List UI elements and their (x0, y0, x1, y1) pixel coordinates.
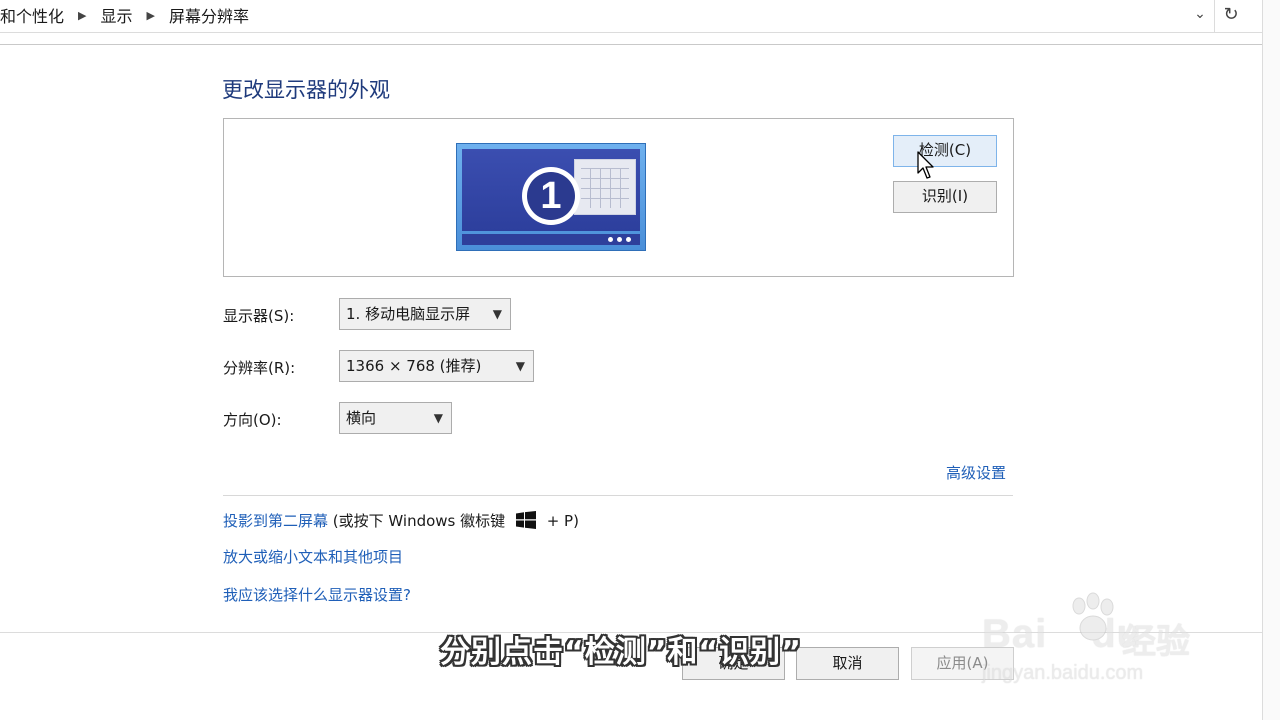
scrollbar[interactable] (1262, 0, 1280, 720)
baidu-jingyan-watermark: Bai du 经验 jingyan.baidu.com (982, 592, 1212, 692)
refresh-icon[interactable]: ↻ (1214, 0, 1247, 32)
watermark-cn: 经验 (1122, 622, 1190, 662)
watermark-url: jingyan.baidu.com (982, 662, 1144, 684)
chevron-right-icon[interactable]: ▶ (72, 9, 92, 22)
monitor-screen: 1 (462, 149, 640, 231)
divider (223, 495, 1013, 496)
resolution-label: 分辨率(R): (223, 359, 296, 377)
breadcrumb: 和个性化 ▶ 显示 ▶ 屏幕分辨率 (0, 4, 257, 26)
breadcrumb-item-resolution[interactable]: 屏幕分辨率 (161, 3, 257, 27)
video-subtitle: 分别点击“检测”和“识别” (440, 635, 802, 670)
detect-button[interactable]: 检测(C) (893, 135, 997, 167)
project-hint-suffix: + P) (546, 512, 579, 530)
advanced-settings-link[interactable]: 高级设置 (946, 462, 1006, 483)
page-title: 更改显示器的外观 (222, 78, 390, 102)
address-bar: 和个性化 ▶ 显示 ▶ 屏幕分辨率 ⌄ ↻ (0, 0, 1280, 33)
zoom-text-link[interactable]: 放大或缩小文本和其他项目 (223, 546, 403, 567)
monitor-preview-panel: 1 检测(C) 识别(I) (223, 118, 1014, 277)
help-display-settings-link[interactable]: 我应该选择什么显示器设置? (223, 584, 411, 605)
project-hint-prefix: (或按下 Windows 徽标键 (332, 512, 506, 530)
resolution-select[interactable]: 1366 × 768 (推荐) ▼ (339, 350, 534, 382)
mouse-cursor-icon (917, 151, 934, 179)
divider (0, 44, 1262, 45)
identify-button[interactable]: 识别(I) (893, 181, 997, 213)
cancel-button[interactable]: 取消 (796, 647, 899, 680)
chevron-down-icon: ▼ (515, 359, 525, 373)
orientation-label: 方向(O): (223, 411, 282, 429)
paw-logo-icon (1072, 592, 1114, 641)
windows-logo-icon (515, 511, 536, 529)
project-row: 投影到第二屏幕 (或按下 Windows 徽标键 + P) (223, 510, 579, 531)
chevron-down-icon: ▼ (433, 411, 443, 425)
monitor-1-preview[interactable]: 1 (457, 144, 645, 250)
breadcrumb-item-personalization[interactable]: 和个性化 (0, 3, 72, 27)
chevron-down-icon: ▼ (492, 307, 502, 321)
display-label: 显示器(S): (223, 307, 295, 325)
resolution-select-value: 1366 × 768 (推荐) (346, 357, 482, 375)
breadcrumb-item-display[interactable]: 显示 (92, 3, 140, 27)
monitor-number: 1 (527, 172, 575, 220)
monitor-taskbar (462, 234, 640, 245)
display-select[interactable]: 1. 移动电脑显示屏 ▼ (339, 298, 511, 330)
history-dropdown-icon[interactable]: ⌄ (1190, 6, 1210, 26)
start-tiles-icon (574, 159, 636, 215)
orientation-select[interactable]: 横向 ▼ (339, 402, 452, 434)
chevron-right-icon[interactable]: ▶ (141, 9, 161, 22)
display-select-value: 1. 移动电脑显示屏 (346, 305, 471, 323)
orientation-select-value: 横向 (346, 409, 377, 427)
project-second-screen-link[interactable]: 投影到第二屏幕 (223, 512, 328, 530)
monitor-number-badge: 1 (522, 167, 580, 225)
